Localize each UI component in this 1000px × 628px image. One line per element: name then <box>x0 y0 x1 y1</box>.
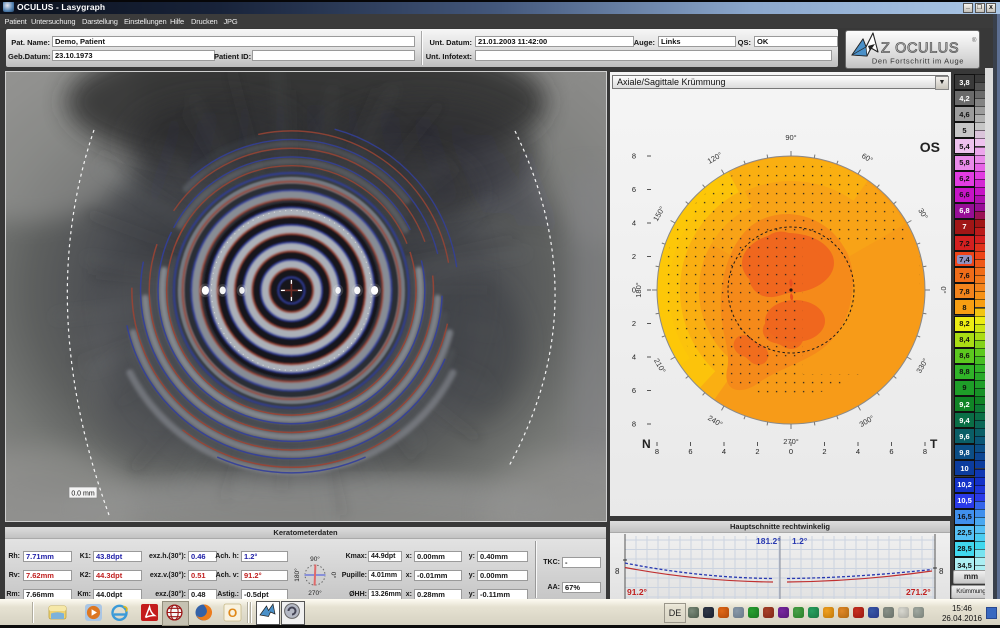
svg-text:2: 2 <box>755 447 759 456</box>
svg-text:8: 8 <box>923 447 927 456</box>
svg-text:6: 6 <box>632 386 636 395</box>
svg-text:6: 6 <box>632 185 636 194</box>
svg-text:0: 0 <box>632 286 636 295</box>
svg-text:0°: 0° <box>939 286 948 293</box>
svg-text:6: 6 <box>889 447 893 456</box>
svg-text:4: 4 <box>856 447 860 456</box>
svg-text:0.0 mm: 0.0 mm <box>71 491 95 498</box>
svg-text:2: 2 <box>632 319 636 328</box>
svg-text:N: N <box>642 437 651 451</box>
svg-text:2: 2 <box>822 447 826 456</box>
svg-text:8: 8 <box>632 152 636 161</box>
svg-text:T: T <box>930 437 938 451</box>
svg-text:4: 4 <box>632 353 636 362</box>
svg-text:270°: 270° <box>308 589 322 597</box>
svg-text:®: ® <box>972 37 977 44</box>
svg-text:90°: 90° <box>310 555 320 563</box>
svg-text:8: 8 <box>632 420 636 429</box>
svg-text:OS: OS <box>920 139 940 155</box>
svg-text:Den Fortschritt im Auge: Den Fortschritt im Auge <box>872 57 964 66</box>
svg-text:4: 4 <box>722 447 726 456</box>
svg-text:8: 8 <box>655 447 659 456</box>
svg-text:0: 0 <box>789 447 793 456</box>
svg-text:O: O <box>228 606 237 620</box>
svg-text:0°: 0° <box>330 572 338 579</box>
svg-text:4: 4 <box>632 219 636 228</box>
svg-text:90°: 90° <box>785 133 796 142</box>
svg-text:2: 2 <box>632 252 636 261</box>
svg-text:6: 6 <box>688 447 692 456</box>
svg-text:Z OCULUS: Z OCULUS <box>881 41 959 57</box>
svg-text:180°: 180° <box>293 568 301 582</box>
